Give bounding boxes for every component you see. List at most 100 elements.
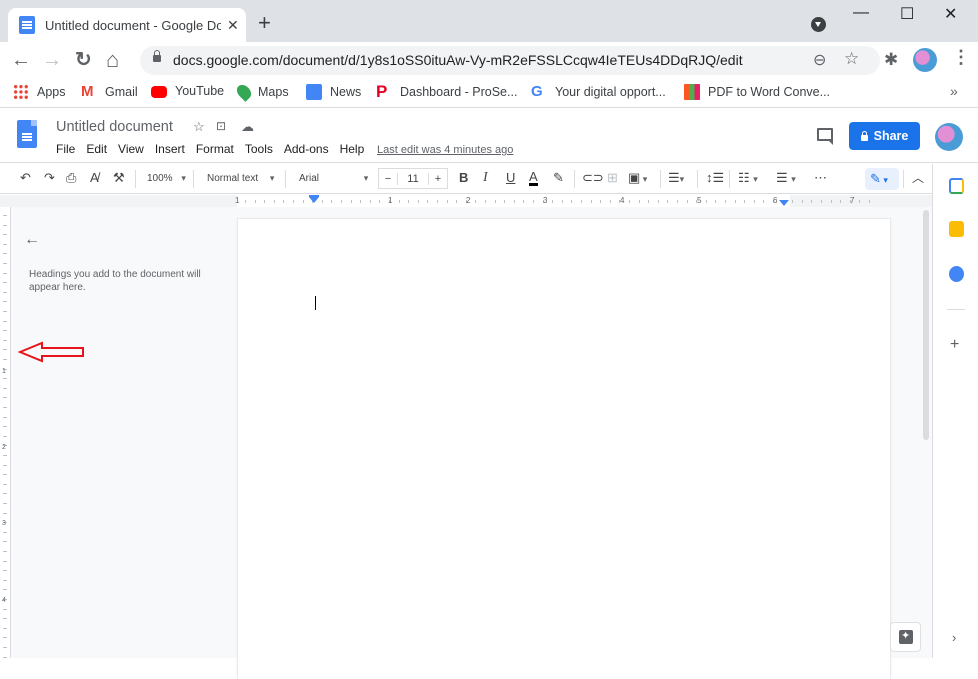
menu-file[interactable]: File: [56, 142, 75, 156]
underline-button[interactable]: U: [506, 170, 515, 186]
menu-insert[interactable]: Insert: [155, 142, 185, 156]
horizontal-ruler[interactable]: 1 1 2 3 4 5 6 7: [0, 195, 932, 207]
bookmark-star-icon[interactable]: ☆: [844, 49, 859, 69]
chrome-menu-icon[interactable]: ⋮: [952, 47, 970, 68]
ruler-tick: [408, 200, 409, 203]
maximize-button[interactable]: ☐: [900, 4, 914, 24]
redo-icon[interactable]: ↷: [44, 170, 55, 186]
ruler-tick: [562, 200, 563, 203]
document-page[interactable]: [238, 219, 890, 679]
undo-icon[interactable]: ↶: [20, 170, 31, 186]
zoom-select[interactable]: 100% ▾: [147, 170, 186, 187]
profile-avatar[interactable]: [913, 48, 937, 72]
vruler-tick: [3, 282, 7, 283]
google-docs-logo-icon[interactable]: [17, 120, 37, 148]
decrease-font-size-button[interactable]: −: [379, 172, 398, 185]
close-outline-back-arrow-icon[interactable]: ←: [24, 231, 40, 249]
more-options-button[interactable]: ⋯: [814, 170, 827, 186]
highlight-color-icon[interactable]: ✎: [553, 170, 564, 186]
vertical-scrollbar[interactable]: [921, 210, 932, 658]
minimize-button[interactable]: —: [853, 4, 869, 22]
insert-image-icon[interactable]: ▣ ▾: [628, 170, 647, 187]
menu-edit[interactable]: Edit: [86, 142, 107, 156]
tab-search-icon[interactable]: [811, 17, 826, 32]
calendar-icon[interactable]: [949, 178, 964, 194]
bookmark-gmail[interactable]: M Gmail: [81, 84, 138, 100]
numbered-list-icon[interactable]: ☷ ▾: [738, 170, 758, 187]
home-button[interactable]: ⌂: [106, 48, 119, 72]
url-text[interactable]: docs.google.com/document/d/1y8s1oSS0ituA…: [173, 52, 743, 68]
vertical-ruler[interactable]: 1 2 3 4: [0, 207, 11, 658]
forward-button[interactable]: →: [42, 48, 62, 72]
paint-format-icon[interactable]: ⚒: [113, 170, 125, 186]
menu-help[interactable]: Help: [340, 142, 365, 156]
youtube-icon: [151, 85, 167, 98]
share-button[interactable]: Share: [849, 122, 920, 150]
toolbar-divider: [285, 170, 286, 188]
show-side-panel-chevron-icon[interactable]: ›: [952, 630, 956, 645]
comment-history-icon[interactable]: [817, 128, 833, 145]
get-addons-plus-icon[interactable]: +: [950, 336, 959, 354]
bookmark-apps[interactable]: Apps: [13, 84, 66, 100]
new-tab-button[interactable]: +: [258, 12, 271, 34]
increase-font-size-button[interactable]: +: [428, 172, 447, 185]
vruler-tick: [3, 253, 7, 254]
ruler-tick: [293, 200, 294, 203]
cloud-saved-icon[interactable]: ☁: [241, 119, 254, 135]
lock-icon[interactable]: [153, 50, 161, 62]
explore-button[interactable]: [890, 622, 921, 652]
tab-close-icon[interactable]: ✕: [227, 17, 239, 34]
star-icon[interactable]: ☆: [193, 119, 205, 135]
add-comment-icon[interactable]: ⊞: [607, 170, 618, 186]
bookmark-youtube[interactable]: YouTube: [151, 84, 224, 98]
hide-menus-chevron-up-icon[interactable]: ︿: [912, 170, 924, 186]
menu-format[interactable]: Format: [196, 142, 234, 156]
address-bar[interactable]: docs.google.com/document/d/1y8s1oSS0ituA…: [140, 46, 880, 75]
bookmark-digital-opportunity[interactable]: G Your digital opport...: [531, 84, 666, 100]
align-left-icon[interactable]: ☰▾: [668, 170, 684, 187]
menu-addons[interactable]: Add-ons: [284, 142, 329, 156]
bookmarks-overflow-button[interactable]: »: [950, 83, 958, 99]
font-size-input[interactable]: 11: [398, 173, 428, 185]
google-news-icon: [306, 84, 322, 100]
bold-button[interactable]: B: [459, 170, 468, 186]
extensions-puzzle-icon[interactable]: ✱: [884, 50, 898, 70]
document-title[interactable]: Untitled document: [56, 119, 173, 135]
font-select[interactable]: Arial ▾: [299, 170, 368, 187]
insert-link-icon[interactable]: ⊂⊃: [582, 170, 604, 186]
italic-button[interactable]: I: [483, 170, 488, 186]
vruler-tick: [3, 311, 7, 312]
ruler-tick: [648, 200, 649, 203]
keep-icon[interactable]: [949, 221, 964, 237]
tasks-icon[interactable]: [949, 266, 964, 282]
account-avatar[interactable]: [935, 123, 963, 151]
menu-tools[interactable]: Tools: [245, 142, 273, 156]
toolbar-divider: [729, 170, 730, 188]
editing-mode-button[interactable]: ✎ ▾: [865, 168, 899, 190]
bookmark-pdf-to-word[interactable]: PDF to Word Conve...: [684, 84, 830, 100]
scrollbar-thumb[interactable]: [923, 210, 929, 440]
spellcheck-icon[interactable]: A̸: [90, 170, 99, 186]
ruler-tick: [523, 200, 524, 203]
bulleted-list-icon[interactable]: ☰ ▾: [776, 170, 796, 187]
bookmark-maps[interactable]: Maps: [234, 82, 289, 102]
line-spacing-icon[interactable]: ↕☰: [706, 170, 724, 186]
right-indent-marker[interactable]: [779, 200, 789, 206]
reload-button[interactable]: ↻: [75, 48, 92, 72]
window-close-button[interactable]: ✕: [944, 4, 957, 24]
menu-view[interactable]: View: [118, 142, 144, 156]
vruler-tick: [3, 513, 7, 514]
text-color-button[interactable]: A: [529, 170, 538, 186]
vruler-label: 1: [2, 368, 6, 375]
print-icon[interactable]: ⎙: [66, 170, 76, 186]
move-to-folder-icon[interactable]: ⊡: [216, 119, 226, 133]
browser-tab[interactable]: Untitled document - Google Doc ✕: [8, 8, 246, 42]
bookmark-news[interactable]: News: [306, 84, 361, 100]
ruler-tick: [658, 200, 659, 203]
zoom-out-icon[interactable]: ⊖: [813, 50, 826, 70]
last-edit-link[interactable]: Last edit was 4 minutes ago: [377, 144, 513, 156]
back-button[interactable]: ←: [11, 48, 31, 72]
left-indent-marker[interactable]: [309, 195, 319, 203]
style-select[interactable]: Normal text ▾: [207, 170, 274, 187]
bookmark-dashboard[interactable]: P Dashboard - ProSe...: [376, 83, 517, 100]
